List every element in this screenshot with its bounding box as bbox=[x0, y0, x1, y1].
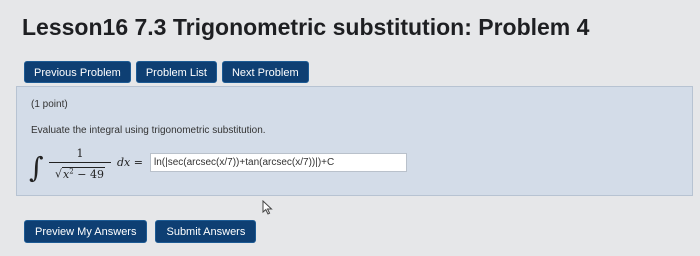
preview-answers-button[interactable]: Preview My Answers bbox=[24, 220, 148, 243]
sqrt-radicand: x2 − 49 bbox=[62, 166, 105, 181]
answer-input[interactable]: ln(|sec(arcsec(x/7))+tan(arcsec(x/7))|)+… bbox=[150, 153, 407, 172]
fraction-numerator: 1 bbox=[76, 147, 84, 160]
equals-sign: = bbox=[133, 156, 143, 169]
differential: dx = bbox=[117, 156, 143, 169]
submit-answers-button[interactable]: Submit Answers bbox=[155, 220, 257, 243]
integral-symbol: ∫ bbox=[29, 151, 44, 184]
sqrt-symbol: √ bbox=[55, 167, 63, 181]
answer-actions: Preview My Answers Submit Answers bbox=[24, 220, 257, 243]
problem-panel: (1 point) Evaluate the integral using tr… bbox=[16, 86, 693, 196]
previous-problem-button[interactable]: Previous Problem bbox=[24, 61, 131, 83]
fraction-denominator: √x2 − 49 bbox=[49, 164, 111, 181]
differential-text: dx bbox=[117, 156, 131, 169]
radicand-constant: − 49 bbox=[73, 167, 104, 181]
problem-nav: Previous Problem Problem List Next Probl… bbox=[24, 61, 309, 83]
mouse-pointer-icon bbox=[262, 199, 273, 218]
page-title: Lesson16 7.3 Trigonometric substitution:… bbox=[22, 14, 590, 40]
fraction-bar bbox=[49, 162, 111, 163]
point-value: (1 point) bbox=[31, 99, 68, 110]
next-problem-button[interactable]: Next Problem bbox=[221, 61, 309, 83]
integral-expression: ∫ 1 √x2 − 49 dx = bbox=[29, 145, 154, 189]
problem-list-button[interactable]: Problem List bbox=[135, 61, 217, 83]
problem-prompt: Evaluate the integral using trigonometri… bbox=[31, 125, 266, 136]
integrand-fraction: 1 √x2 − 49 bbox=[49, 147, 111, 181]
